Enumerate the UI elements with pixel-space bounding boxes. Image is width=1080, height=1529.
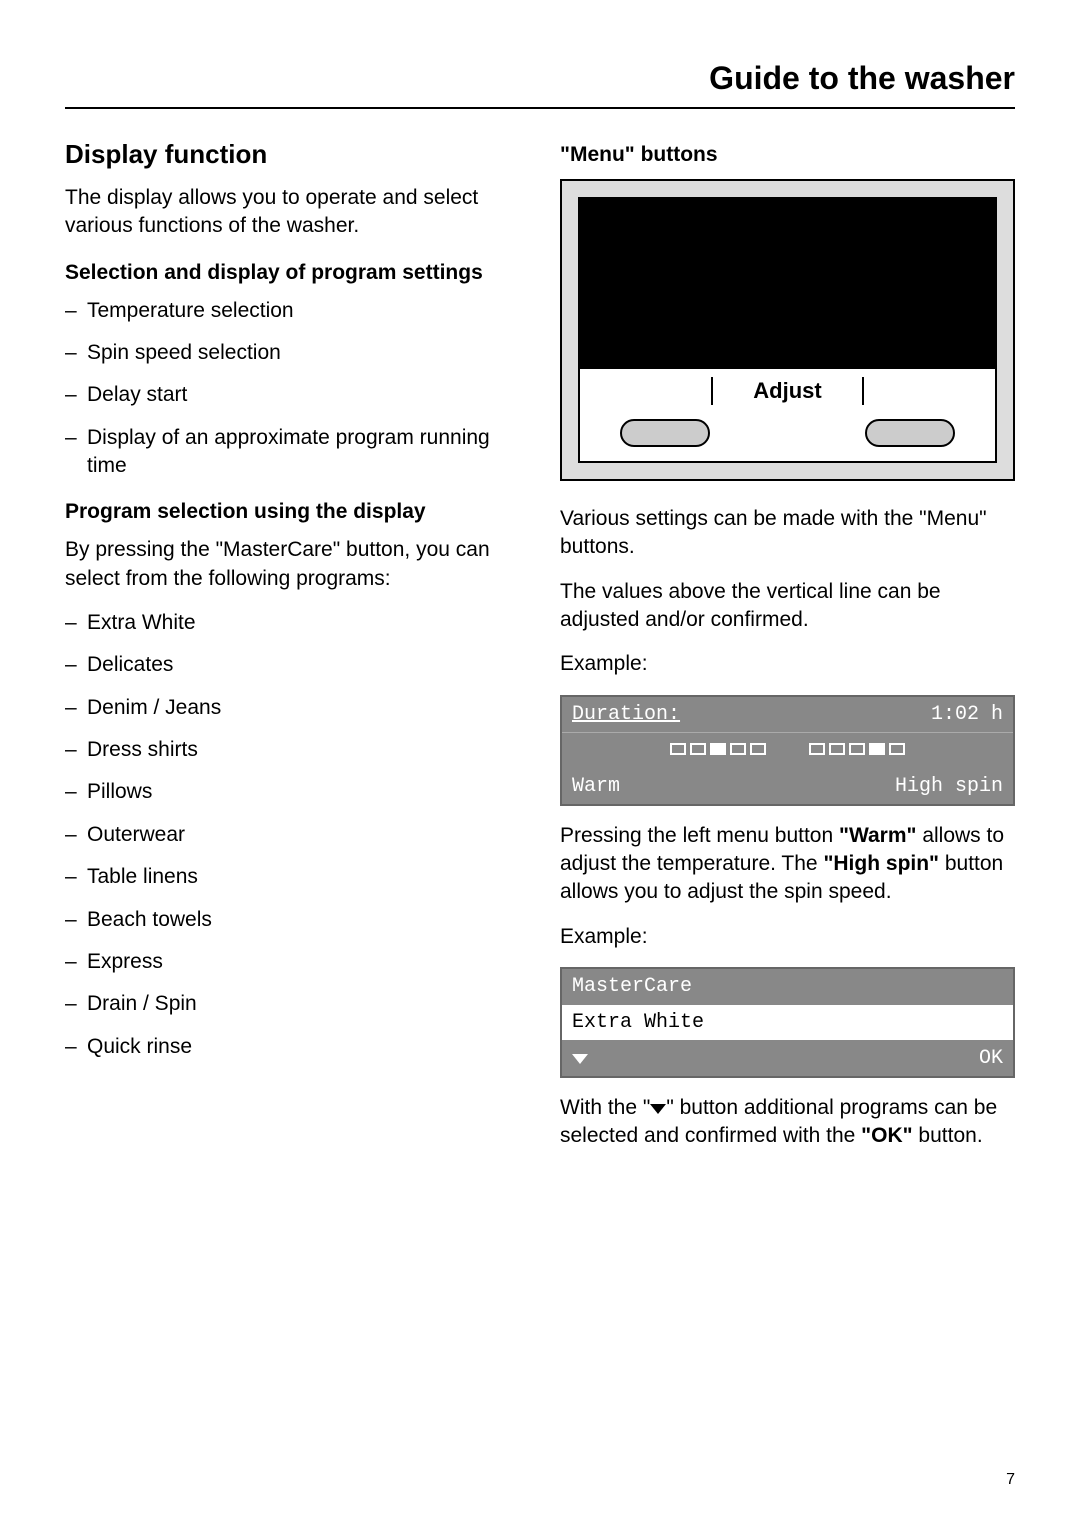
duration-label: Duration: (572, 703, 680, 726)
page-title: Guide to the washer (65, 60, 1015, 109)
menu-button-left[interactable] (620, 419, 710, 447)
lcd1-explain: Pressing the left menu button "Warm" all… (560, 822, 1015, 907)
program-selection-heading: Program selection using the display (65, 500, 520, 524)
lcd1-top-row: Duration: 1:02 h (562, 697, 1013, 733)
programs-list: Extra White Delicates Denim / Jeans Dres… (65, 609, 520, 1061)
program-selection-intro: By pressing the "MasterCare" button, you… (65, 536, 520, 593)
lcd-example-2: MasterCare Extra White OK (560, 967, 1015, 1078)
progress-seg-icon (750, 743, 766, 755)
progress-seg-icon (670, 743, 686, 755)
ok-bold: "OK" (861, 1124, 912, 1147)
list-item: Denim / Jeans (65, 694, 520, 722)
text: button. (913, 1124, 983, 1147)
menu-buttons-row (580, 413, 995, 461)
list-item: Dress shirts (65, 736, 520, 764)
lcd2-row-1: MasterCare (562, 969, 1013, 1004)
list-item: Extra White (65, 609, 520, 637)
lcd2-row-2: Extra White (562, 1004, 1013, 1041)
high-spin-label: High spin (895, 775, 1003, 798)
content-columns: Display function The display allows you … (65, 139, 1015, 1167)
text: Pressing the left menu button (560, 824, 839, 847)
high-spin-bold: "High spin" (823, 852, 939, 875)
vertical-bar-icon (862, 377, 864, 405)
progress-seg-icon (730, 743, 746, 755)
right-column: "Menu" buttons Adjust Various settings c… (560, 139, 1015, 1167)
vertical-bar-icon (711, 377, 713, 405)
list-item: Delay start (65, 381, 520, 409)
adjust-row: Adjust (580, 369, 995, 413)
menu-buttons-desc-2: The values above the vertical line can b… (560, 578, 1015, 635)
settings-list: Temperature selection Spin speed selecti… (65, 297, 520, 481)
mastercare-label: MasterCare (572, 975, 692, 998)
list-item: Quick rinse (65, 1033, 520, 1061)
illustration-panel: Adjust (578, 197, 997, 463)
down-arrow-icon (572, 1054, 588, 1064)
list-item: Outerwear (65, 821, 520, 849)
list-item: Temperature selection (65, 297, 520, 325)
display-screen (580, 199, 995, 369)
ok-label: OK (979, 1047, 1003, 1070)
warm-bold: "Warm" (839, 824, 916, 847)
list-item: Pillows (65, 778, 520, 806)
text: With the " (560, 1096, 650, 1119)
list-item: Spin speed selection (65, 339, 520, 367)
menu-buttons-illustration: Adjust (560, 179, 1015, 481)
progress-seg-icon (690, 743, 706, 755)
left-column: Display function The display allows you … (65, 139, 520, 1167)
adjust-label: Adjust (753, 378, 821, 404)
page-number: 7 (1006, 1471, 1015, 1489)
progress-seg-icon (849, 743, 865, 755)
selection-settings-heading: Selection and display of program setting… (65, 261, 520, 285)
lcd1-progress-row (562, 733, 1013, 769)
display-function-heading: Display function (65, 139, 520, 170)
list-item: Express (65, 948, 520, 976)
lcd1-bottom-row: Warm High spin (562, 769, 1013, 804)
progress-seg-icon (710, 743, 726, 755)
progress-seg-icon (869, 743, 885, 755)
example-label-2: Example: (560, 923, 1015, 951)
list-item: Drain / Spin (65, 990, 520, 1018)
lcd2-row-3: OK (562, 1041, 1013, 1076)
list-item: Table linens (65, 863, 520, 891)
list-item: Beach towels (65, 906, 520, 934)
display-function-intro: The display allows you to operate and se… (65, 184, 520, 241)
list-item: Delicates (65, 651, 520, 679)
menu-buttons-heading: "Menu" buttons (560, 143, 1015, 167)
lcd-example-1: Duration: 1:02 h Warm High spin (560, 695, 1015, 806)
list-item: Display of an approximate program runnin… (65, 424, 520, 481)
lcd2-explain: With the "" button additional programs c… (560, 1094, 1015, 1151)
duration-value: 1:02 h (931, 703, 1003, 726)
extra-white-label: Extra White (572, 1011, 704, 1034)
progress-seg-icon (889, 743, 905, 755)
menu-buttons-desc-1: Various settings can be made with the "M… (560, 505, 1015, 562)
example-label-1: Example: (560, 650, 1015, 678)
progress-seg-icon (809, 743, 825, 755)
progress-seg-icon (829, 743, 845, 755)
warm-label: Warm (572, 775, 620, 798)
menu-button-right[interactable] (865, 419, 955, 447)
down-arrow-icon (650, 1104, 666, 1114)
